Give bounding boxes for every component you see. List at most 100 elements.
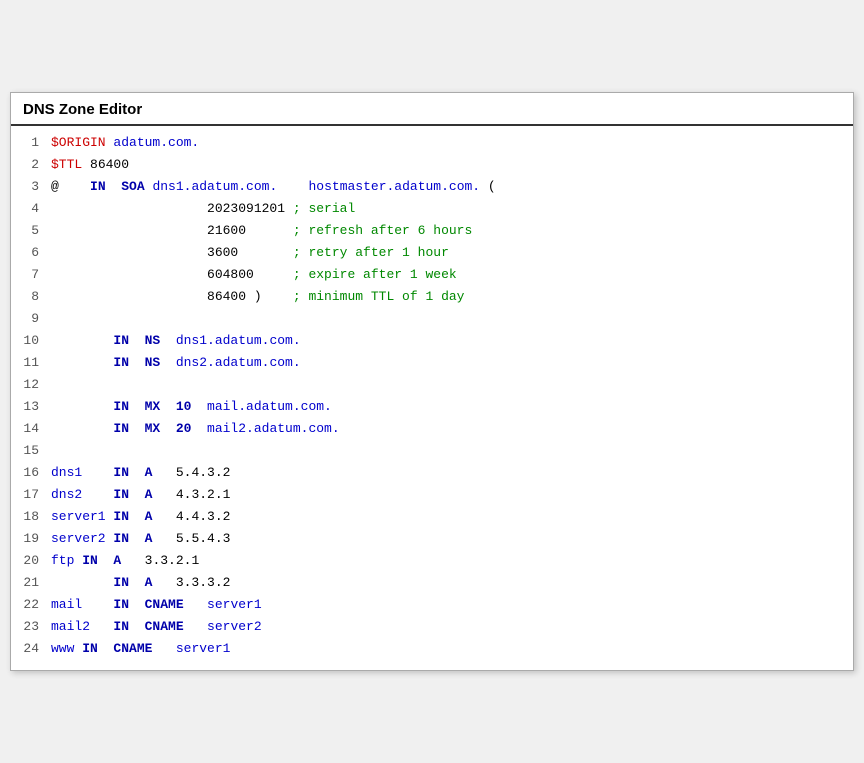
code-token: 21600 [51, 223, 293, 238]
line-8: 8 86400 ) ; minimum TTL of 1 day [11, 288, 853, 310]
line-content[interactable]: 2023091201 ; serial [51, 201, 853, 216]
code-token: IN A [113, 465, 175, 480]
code-token: ; retry after 1 hour [293, 245, 449, 260]
line-5: 5 21600 ; refresh after 6 hours [11, 222, 853, 244]
line-20: 20ftp IN A 3.3.2.1 [11, 552, 853, 574]
code-token: server2 [207, 619, 262, 634]
line-12: 12 [11, 376, 853, 398]
line-number: 5 [11, 223, 51, 238]
line-16: 16dns1 IN A 5.4.3.2 [11, 464, 853, 486]
line-number: 20 [11, 553, 51, 568]
line-number: 4 [11, 201, 51, 216]
code-token: server2 [51, 531, 113, 546]
line-6: 6 3600 ; retry after 1 hour [11, 244, 853, 266]
line-number: 24 [11, 641, 51, 656]
code-token: server1 [51, 509, 113, 524]
line-content[interactable]: dns1 IN A 5.4.3.2 [51, 465, 853, 480]
line-24: 24www IN CNAME server1 [11, 640, 853, 662]
code-token: IN MX 10 [51, 399, 207, 414]
line-content[interactable]: IN NS dns1.adatum.com. [51, 333, 853, 348]
code-token: ; minimum TTL of 1 day [293, 289, 465, 304]
line-content[interactable]: 21600 ; refresh after 6 hours [51, 223, 853, 238]
line-number: 13 [11, 399, 51, 414]
line-14: 14 IN MX 20 mail2.adatum.com. [11, 420, 853, 442]
code-token: 86400 ) [51, 289, 293, 304]
code-token: dns1.adatum.com. [176, 333, 301, 348]
line-number: 6 [11, 245, 51, 260]
code-token: $TTL [51, 157, 82, 172]
line-number: 18 [11, 509, 51, 524]
line-content[interactable]: server1 IN A 4.4.3.2 [51, 509, 853, 524]
line-number: 7 [11, 267, 51, 282]
code-token: server1 [207, 597, 262, 612]
line-3: 3@ IN SOA dns1.adatum.com. hostmaster.ad… [11, 178, 853, 200]
code-token: mail2 [51, 619, 113, 634]
code-token: dns2 [51, 487, 113, 502]
code-token: server1 [176, 641, 231, 656]
code-token: adatum.com. [106, 135, 200, 150]
line-content[interactable]: 3600 ; retry after 1 hour [51, 245, 853, 260]
code-token: IN CNAME [82, 641, 176, 656]
line-17: 17dns2 IN A 4.3.2.1 [11, 486, 853, 508]
line-number: 22 [11, 597, 51, 612]
code-token: 4.4.3.2 [176, 509, 231, 524]
line-number: 10 [11, 333, 51, 348]
line-number: 11 [11, 355, 51, 370]
line-18: 18server1 IN A 4.4.3.2 [11, 508, 853, 530]
line-number: 15 [11, 443, 51, 458]
line-4: 4 2023091201 ; serial [11, 200, 853, 222]
line-content[interactable]: IN MX 20 mail2.adatum.com. [51, 421, 853, 436]
line-21: 21 IN A 3.3.3.2 [11, 574, 853, 596]
line-content[interactable]: ftp IN A 3.3.2.1 [51, 553, 853, 568]
code-token: dns1 [51, 465, 113, 480]
line-content[interactable]: IN MX 10 mail.adatum.com. [51, 399, 853, 414]
code-token: dns1.adatum.com. [152, 179, 277, 194]
line-23: 23mail2 IN CNAME server2 [11, 618, 853, 640]
line-content[interactable]: 86400 ) ; minimum TTL of 1 day [51, 289, 853, 304]
code-token: 5.4.3.2 [176, 465, 231, 480]
code-token: ( [480, 179, 496, 194]
code-token: ; refresh after 6 hours [293, 223, 472, 238]
line-number: 17 [11, 487, 51, 502]
line-content[interactable]: $ORIGIN adatum.com. [51, 135, 853, 150]
code-token: IN A [82, 553, 144, 568]
line-content[interactable]: www IN CNAME server1 [51, 641, 853, 656]
line-content[interactable]: IN NS dns2.adatum.com. [51, 355, 853, 370]
line-15: 15 [11, 442, 853, 464]
line-11: 11 IN NS dns2.adatum.com. [11, 354, 853, 376]
code-token: ftp [51, 553, 82, 568]
code-token: IN A [113, 487, 175, 502]
line-content[interactable]: mail2 IN CNAME server2 [51, 619, 853, 634]
line-19: 19server2 IN A 5.5.4.3 [11, 530, 853, 552]
line-content[interactable]: IN A 3.3.3.2 [51, 575, 853, 590]
window-title: DNS Zone Editor [11, 93, 853, 126]
code-token: 5.5.4.3 [176, 531, 231, 546]
line-content[interactable]: dns2 IN A 4.3.2.1 [51, 487, 853, 502]
line-content[interactable]: $TTL 86400 [51, 157, 853, 172]
editor-content[interactable]: 1$ORIGIN adatum.com.2$TTL 864003@ IN SOA… [11, 126, 853, 670]
line-9: 9 [11, 310, 853, 332]
line-number: 19 [11, 531, 51, 546]
line-number: 12 [11, 377, 51, 392]
code-token: IN SOA [59, 179, 153, 194]
line-content[interactable]: 604800 ; expire after 1 week [51, 267, 853, 282]
line-number: 9 [11, 311, 51, 326]
line-1: 1$ORIGIN adatum.com. [11, 134, 853, 156]
code-token: 3600 [51, 245, 293, 260]
code-token: IN NS [51, 333, 176, 348]
line-number: 1 [11, 135, 51, 150]
line-content[interactable]: mail IN CNAME server1 [51, 597, 853, 612]
code-token: IN A [113, 509, 175, 524]
dns-zone-editor-window: DNS Zone Editor 1$ORIGIN adatum.com.2$TT… [10, 92, 854, 671]
line-22: 22mail IN CNAME server1 [11, 596, 853, 618]
line-content[interactable]: @ IN SOA dns1.adatum.com. hostmaster.ada… [51, 179, 853, 194]
code-token: 3.3.3.2 [176, 575, 231, 590]
code-token: mail.adatum.com. [207, 399, 332, 414]
code-token: IN CNAME [113, 619, 207, 634]
code-token: 604800 [51, 267, 293, 282]
line-content[interactable]: server2 IN A 5.5.4.3 [51, 531, 853, 546]
line-13: 13 IN MX 10 mail.adatum.com. [11, 398, 853, 420]
code-token: ; expire after 1 week [293, 267, 457, 282]
code-token: IN MX 20 [51, 421, 207, 436]
code-token: dns2.adatum.com. [176, 355, 301, 370]
